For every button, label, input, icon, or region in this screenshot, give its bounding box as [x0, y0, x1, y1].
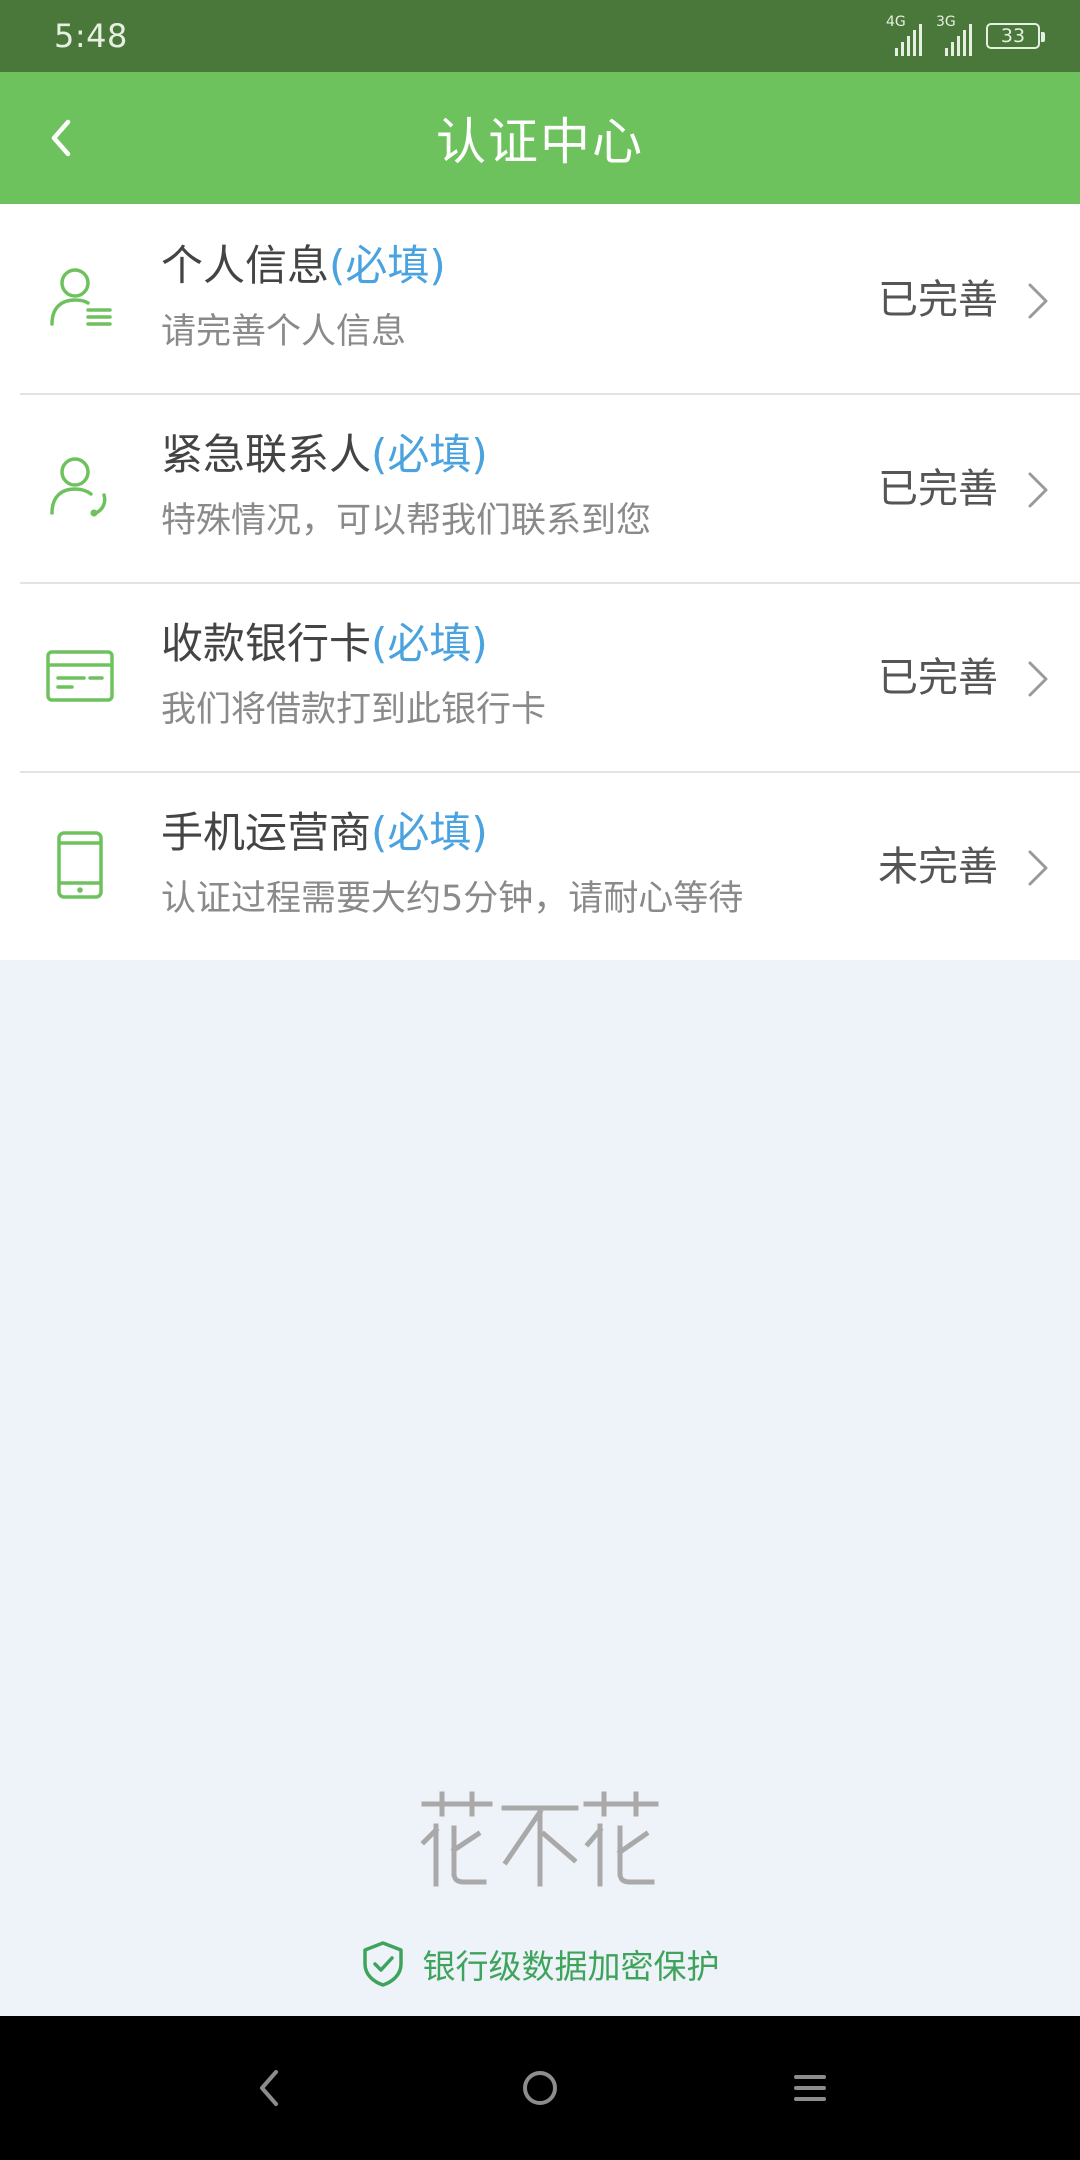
item-subtitle: 我们将借款打到此银行卡 — [161, 690, 547, 730]
menu-lines-icon — [794, 2075, 826, 2101]
item-title: 收款银行卡(必填) — [161, 619, 488, 668]
item-title: 手机运营商(必填) — [161, 808, 488, 857]
brand-logo — [420, 1791, 659, 1887]
item-text: 收款银行卡(必填) 我们将借款打到此银行卡 — [161, 615, 546, 735]
list-item-emergency-contact[interactable]: 紧急联系人(必填) 特殊情况，可以帮我们联系到您 已完善 — [0, 393, 1080, 582]
system-navigation-bar — [0, 2016, 1080, 2160]
page-title: 认证中心 — [436, 113, 644, 171]
status-label: 已完善 — [878, 655, 998, 701]
system-menu-button[interactable] — [780, 2058, 840, 2118]
battery-icon: 33 — [986, 23, 1045, 49]
battery-level: 33 — [1000, 25, 1026, 47]
signal-4g-icon: 4G — [886, 14, 922, 58]
required-tag: (必填) — [371, 430, 488, 479]
mobile-phone-icon — [57, 831, 103, 899]
back-button[interactable] — [30, 106, 94, 170]
system-home-button[interactable] — [510, 2058, 570, 2118]
signal-3g-icon: 3G — [936, 14, 972, 58]
shield-check-icon — [362, 1941, 403, 1987]
item-subtitle: 请完善个人信息 — [161, 312, 407, 352]
security-text: 银行级数据加密保护 — [422, 1947, 720, 1986]
item-text: 手机运营商(必填) 认证过程需要大约5分钟，请耐心等待 — [161, 804, 743, 924]
list-item-personal-info[interactable]: 个人信息(必填) 请完善个人信息 已完善 — [0, 204, 1080, 393]
user-phone-icon — [50, 457, 107, 517]
status-label: 未完善 — [878, 844, 998, 890]
system-back-button[interactable] — [240, 2058, 300, 2118]
chevron-right-icon — [1028, 472, 1048, 508]
list-item-bank-card[interactable]: 收款银行卡(必填) 我们将借款打到此银行卡 已完善 — [0, 582, 1080, 771]
item-title: 个人信息(必填) — [161, 241, 446, 290]
list-item-mobile-carrier[interactable]: 手机运营商(必填) 认证过程需要大约5分钟，请耐心等待 未完善 — [0, 771, 1080, 960]
verification-list: 个人信息(必填) 请完善个人信息 已完善 紧急联系人(必填) 特殊情况，可以帮我… — [0, 204, 1080, 960]
chevron-left-icon — [51, 119, 71, 157]
item-title: 紧急联系人(必填) — [161, 430, 488, 479]
header-bar: 认证中心 — [0, 72, 1080, 204]
status-label: 已完善 — [878, 466, 998, 512]
chevron-right-icon — [1028, 661, 1048, 697]
required-tag: (必填) — [371, 808, 488, 857]
user-list-icon — [50, 268, 112, 326]
status-label: 已完善 — [878, 277, 998, 323]
status-indicators: 4G 3G 33 — [886, 14, 1045, 58]
chevron-right-icon — [1028, 283, 1048, 319]
required-tag: (必填) — [329, 241, 446, 290]
chevron-right-icon — [1028, 850, 1048, 886]
item-text: 个人信息(必填) 请完善个人信息 — [161, 237, 446, 357]
triangle-back-icon — [260, 2070, 278, 2106]
item-text: 紧急联系人(必填) 特殊情况，可以帮我们联系到您 — [161, 426, 651, 546]
status-bar: 5:48 4G 3G 33 — [0, 0, 1080, 72]
circle-home-icon — [523, 2071, 557, 2105]
bank-card-icon — [46, 650, 114, 702]
item-subtitle: 认证过程需要大约5分钟，请耐心等待 — [161, 879, 744, 919]
security-notice: 银行级数据加密保护 — [0, 1936, 1080, 1992]
item-subtitle: 特殊情况，可以帮我们联系到您 — [161, 501, 652, 541]
status-time: 5:48 — [54, 17, 128, 55]
required-tag: (必填) — [371, 619, 488, 668]
